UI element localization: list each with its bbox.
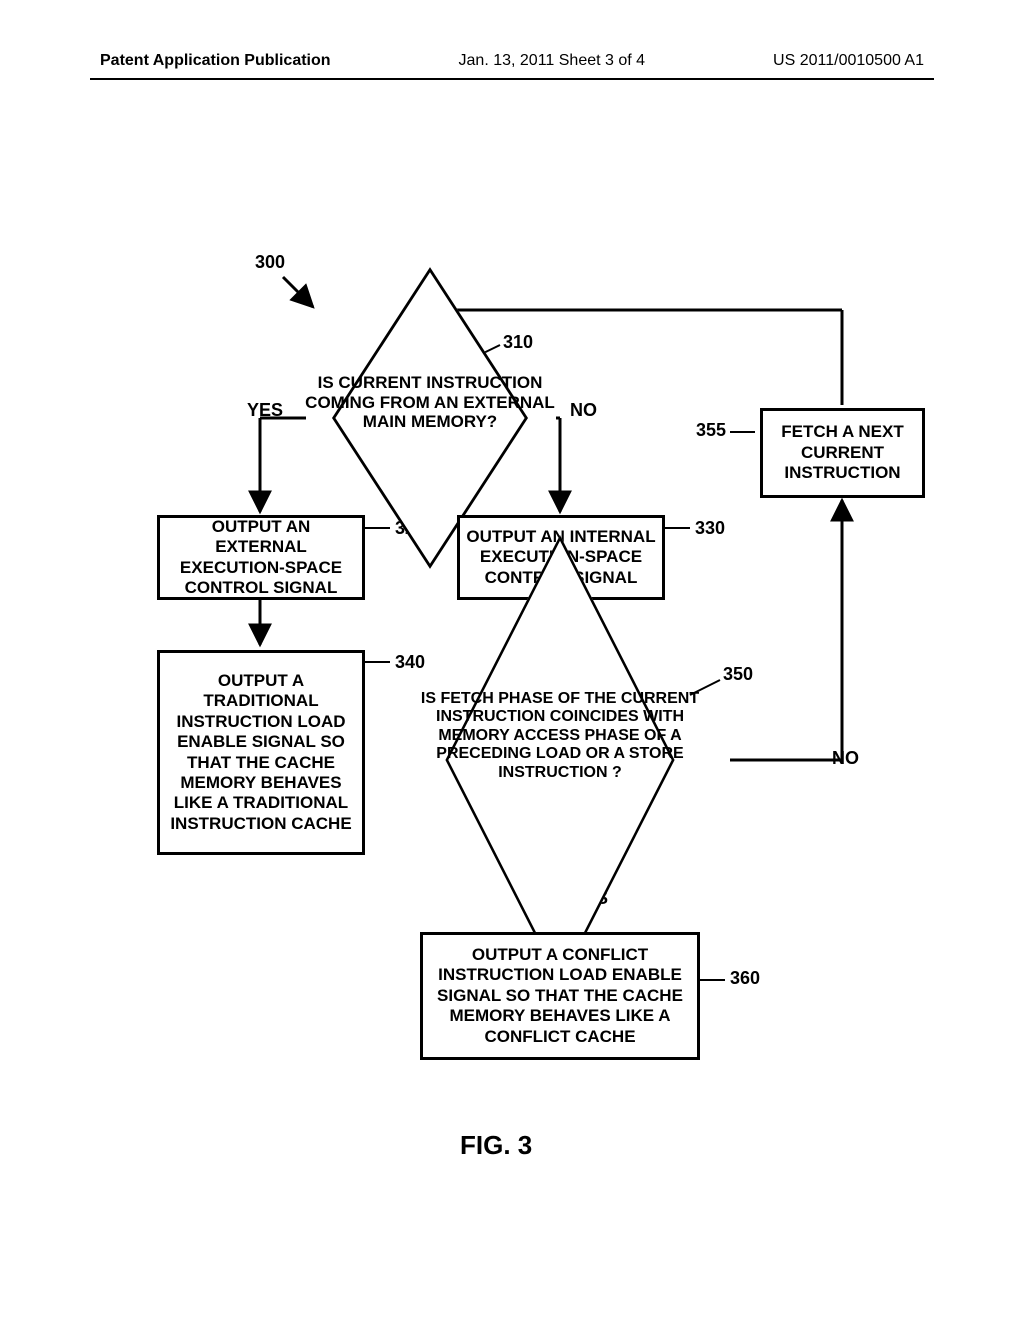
process-355: FETCH A NEXT CURRENT INSTRUCTION <box>760 408 925 498</box>
branch-no-310: NO <box>570 400 597 421</box>
process-320-text: OUTPUT AN EXTERNAL EXECUTION-SPACE CONTR… <box>166 517 356 599</box>
process-340: OUTPUT A TRADITIONAL INSTRUCTION LOAD EN… <box>157 650 365 855</box>
decision-350-text: IS FETCH PHASE OF THE CURRENT INSTRUCTIO… <box>420 690 700 782</box>
ref-355: 355 <box>696 420 726 441</box>
ref-350: 350 <box>723 664 753 685</box>
decision-310-text: IS CURRENT INSTRUCTION COMING FROM AN EX… <box>300 373 560 432</box>
ref-360: 360 <box>730 968 760 989</box>
process-355-text: FETCH A NEXT CURRENT INSTRUCTION <box>769 422 916 483</box>
ref-310: 310 <box>503 332 533 353</box>
ref-330: 330 <box>695 518 725 539</box>
process-340-text: OUTPUT A TRADITIONAL INSTRUCTION LOAD EN… <box>166 671 356 834</box>
process-360-text: OUTPUT A CONFLICT INSTRUCTION LOAD ENABL… <box>429 945 691 1047</box>
process-320: OUTPUT AN EXTERNAL EXECUTION-SPACE CONTR… <box>157 515 365 600</box>
ref-340: 340 <box>395 652 425 673</box>
figure-caption: FIG. 3 <box>460 1130 532 1161</box>
process-360: OUTPUT A CONFLICT INSTRUCTION LOAD ENABL… <box>420 932 700 1060</box>
branch-no-350: NO <box>832 748 859 769</box>
branch-yes-310: YES <box>247 400 283 421</box>
ref-300: 300 <box>255 252 285 273</box>
